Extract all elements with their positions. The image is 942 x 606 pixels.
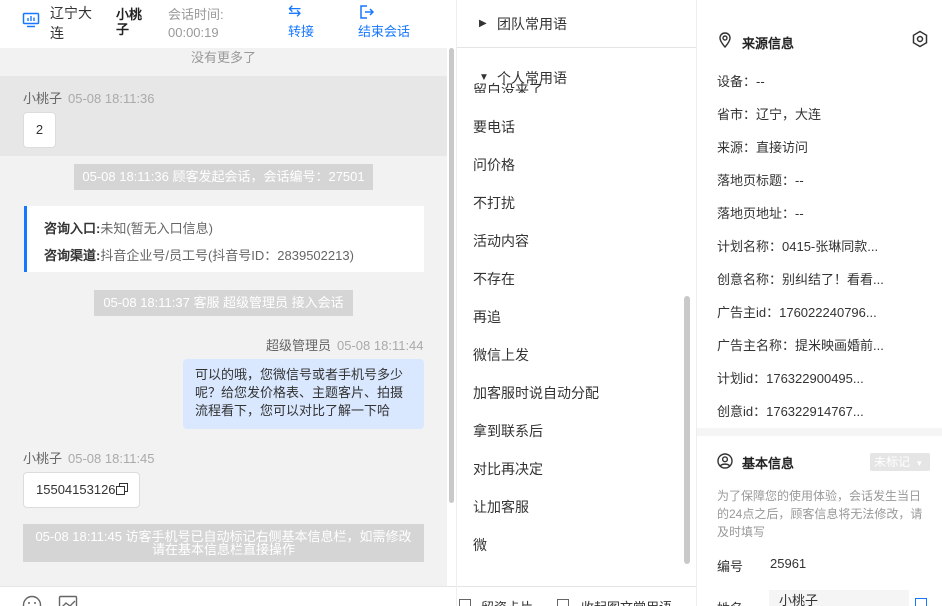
info-plan-id: 计划id：176322900495...	[717, 371, 864, 386]
id-label: 编号	[717, 559, 744, 574]
exit-icon	[360, 5, 374, 19]
smile-icon[interactable]	[22, 595, 42, 606]
info-device: 设备：--	[717, 74, 765, 89]
visitor-location: 辽宁大连	[50, 5, 92, 41]
phrase-item[interactable]: 问价格	[473, 155, 515, 175]
monitor-icon	[22, 12, 40, 28]
edit-deadline-note: 为了保障您的使用体验，会话发生当日的24点之后，顾客信息将无法修改，请及时填写	[717, 489, 923, 539]
transfer-button[interactable]: ⇆ 转接	[288, 2, 314, 42]
phrase-item[interactable]: 让加客服	[473, 497, 529, 517]
collapse-phrases-button[interactable]: 收起图文常用语	[581, 597, 672, 606]
phrase-item[interactable]: 活动内容	[473, 231, 529, 251]
name-label: 姓名	[717, 598, 743, 606]
phrase-item[interactable]: 不打扰	[473, 193, 515, 213]
copy-icon[interactable]	[115, 483, 128, 495]
id-value: 25961	[770, 556, 807, 571]
entry-row: 咨询入口:未知(暂无入口信息)	[44, 221, 214, 236]
image-icon[interactable]	[58, 595, 78, 606]
message-sender: 小桃子 05-08 18:11:45	[23, 451, 155, 466]
phrase-item[interactable]: 微	[473, 535, 487, 555]
card-icon	[459, 599, 471, 606]
edit-icon[interactable]	[915, 598, 927, 606]
tag-status-dropdown[interactable]: 未标记 ▼	[870, 453, 930, 471]
chat-header: 辽宁大连 小桃子 会话时间: 00:00:19 ⇆ 转接 结束会话	[0, 0, 456, 48]
info-plan-name: 计划名称：0415-张琳同款...	[717, 239, 879, 254]
section-divider	[697, 428, 942, 436]
phrase-item[interactable]: 再追	[473, 307, 501, 327]
phrase-item[interactable]: 加客服时说自动分配	[473, 383, 599, 403]
chat-toolbar	[0, 586, 456, 606]
lead-card-button[interactable]: 留资卡片	[481, 597, 533, 606]
session-time-value: 00:00:19	[168, 25, 219, 40]
session-time-label: 会话时间:	[168, 7, 224, 22]
phrase-item-partial[interactable]: 留白没来了	[473, 80, 573, 93]
chevron-down-icon: ▼	[915, 459, 924, 468]
message-list[interactable]: 没有更多了 小桃子 05-08 18:11:36 2 05-08 18:11:36…	[0, 48, 447, 586]
phrases-panel: ▶ 团队常用语 ▼ 个人常用语 留白没来了 要电话 问价格 不打扰 活动内容 不…	[456, 0, 696, 606]
phrase-item[interactable]: 要电话	[473, 117, 515, 137]
chat-scrollbar[interactable]	[449, 48, 454, 503]
info-landing-url: 落地页地址：--	[717, 206, 804, 221]
location-pin-icon	[719, 32, 731, 48]
chat-panel: 辽宁大连 小桃子 会话时间: 00:00:19 ⇆ 转接 结束会话 没有更多了 …	[0, 0, 456, 606]
caret-right-icon: ▶	[479, 18, 487, 29]
phrases-footer: 留资卡片 收起图文常用语	[457, 586, 696, 606]
source-info-title: 来源信息	[742, 36, 795, 51]
info-landing-title: 落地页标题：--	[717, 173, 804, 188]
phrase-item[interactable]: 不存在	[473, 269, 515, 289]
personal-phrases-group[interactable]: ▼ 个人常用语	[457, 54, 696, 102]
collapse-icon	[557, 599, 569, 606]
user-icon	[717, 453, 733, 469]
system-message: 05-08 18:11:36 顾客发起会话，会话编号：27501	[74, 164, 373, 190]
info-creative-id: 创意id：176322914767...	[717, 404, 864, 419]
phrase-item[interactable]: 对比再决定	[473, 459, 543, 479]
team-phrases-group[interactable]: ▶ 团队常用语	[457, 0, 696, 48]
info-advertiser-id: 广告主id：176022240796...	[717, 305, 877, 320]
no-more-hint: 没有更多了	[190, 50, 256, 65]
visitor-info-panel: 来源信息 设备：-- 省市：辽宁，大连 来源：直接访问 落地页标题：-- 落地页…	[696, 0, 942, 606]
visitor-name: 小桃子	[116, 7, 143, 37]
info-creative-name: 创意名称：别纠结了！看看...	[717, 272, 884, 287]
settings-icon[interactable]	[911, 30, 929, 48]
info-province: 省市：辽宁，大连	[717, 107, 822, 122]
phrases-scrollbar[interactable]	[684, 296, 690, 564]
message-sender: 超级管理员 05-08 18:11:44	[266, 338, 424, 353]
phrase-item[interactable]: 拿到联系后	[473, 421, 543, 441]
agent-message-bubble: 可以的哦，您微信号或者手机号多少呢？给您发价格表、主题客片、拍摄流程看下，您可以…	[183, 359, 424, 429]
visitor-message-bubble: 15504153126	[23, 472, 140, 508]
name-field[interactable]: 小桃子	[769, 590, 909, 606]
visitor-message-bubble: 2	[23, 112, 56, 148]
consult-info-card: 咨询入口:未知(暂无入口信息) 咨询渠道:抖音企业号/员工号(抖音号ID：283…	[24, 206, 424, 272]
phrase-item[interactable]: 微信上发	[473, 345, 529, 365]
basic-info-title: 基本信息	[742, 456, 795, 471]
transfer-icon: ⇆	[288, 3, 302, 20]
caret-down-icon: ▼	[479, 72, 489, 83]
info-advertiser-name: 广告主名称：提米映画婚前...	[717, 338, 884, 353]
info-source: 来源：直接访问	[717, 140, 809, 155]
end-session-button[interactable]: 结束会话	[358, 2, 410, 42]
message-sender: 小桃子 05-08 18:11:36	[23, 91, 155, 106]
channel-row: 咨询渠道:抖音企业号/员工号(抖音号ID：2839502213)	[44, 248, 354, 263]
system-message: 05-08 18:11:45 访客手机号已自动标记右侧基本信息栏，如需修改请在基…	[23, 524, 424, 562]
system-message: 05-08 18:11:37 客服 超级管理员 接入会话	[94, 290, 353, 316]
